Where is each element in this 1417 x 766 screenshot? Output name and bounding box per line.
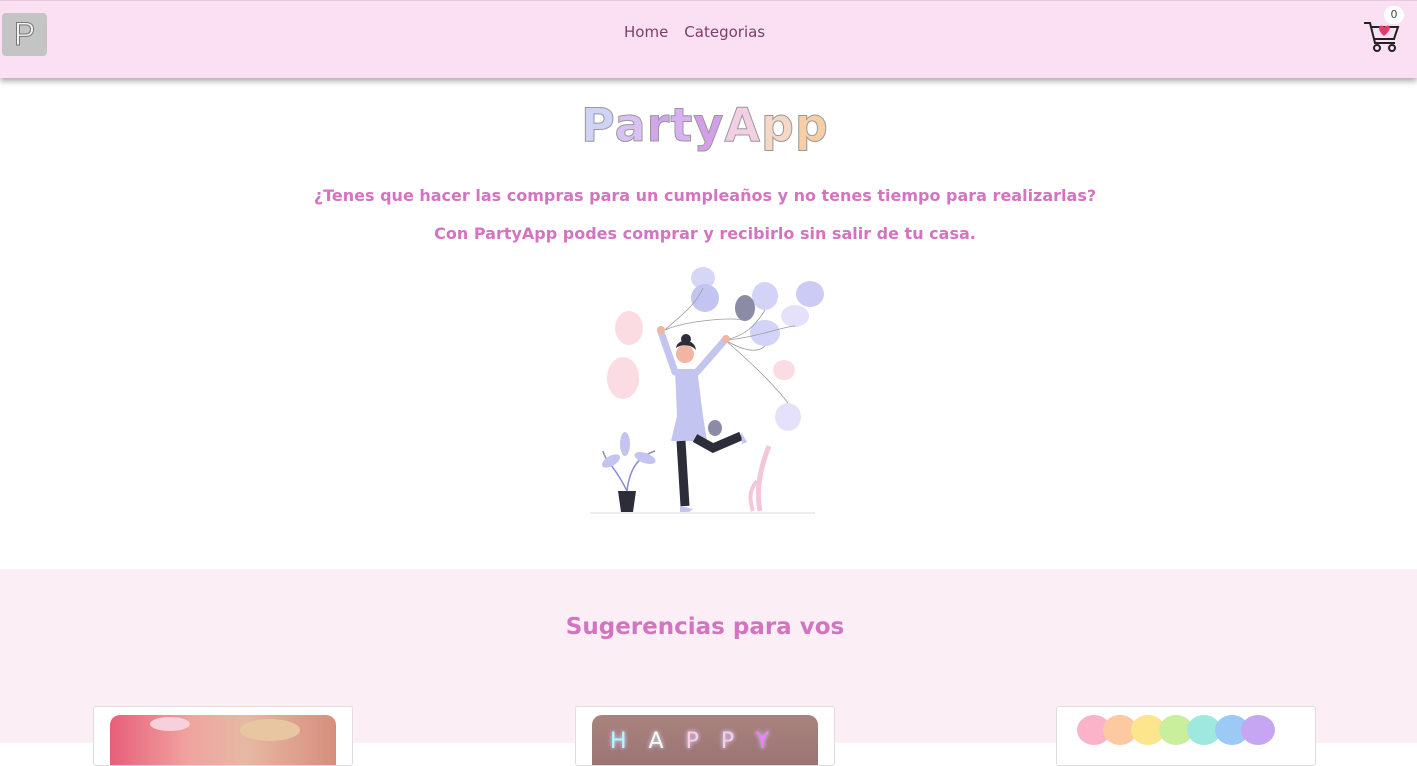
logo-letter: t bbox=[670, 98, 694, 153]
pastel-heart-balloons-image bbox=[1073, 715, 1299, 765]
tagline-description: Con PartyApp podes comprar y recibirlo s… bbox=[434, 224, 976, 243]
brand-logo[interactable]: P bbox=[2, 13, 47, 56]
nav-categorias-link[interactable]: Categorias bbox=[680, 21, 769, 43]
cart-button[interactable] bbox=[1362, 17, 1402, 55]
woman-with-balloons-illustration bbox=[590, 267, 824, 514]
product-card[interactable] bbox=[1056, 706, 1316, 766]
logo-letter: A bbox=[724, 98, 761, 153]
cart-icon bbox=[1364, 22, 1400, 52]
pink-cookies-image bbox=[110, 715, 336, 765]
nav-home-link[interactable]: Home bbox=[620, 21, 672, 43]
logo-letter: P bbox=[581, 98, 615, 153]
logo-letter: a bbox=[614, 98, 647, 153]
product-card[interactable]: HAPPY bbox=[575, 706, 835, 766]
logo-letter: y bbox=[693, 98, 725, 153]
hero-section: PartyApp ¿Tenes que hacer las compras pa… bbox=[0, 78, 1417, 569]
nav-links: Home Categorias bbox=[620, 21, 769, 43]
logo-letter: p bbox=[760, 98, 795, 153]
product-card[interactable] bbox=[93, 706, 353, 766]
navbar: P Home Categorias 0 bbox=[0, 0, 1417, 78]
suggestions-title: Sugerencias para vos bbox=[565, 614, 845, 640]
suggestions-section: Sugerencias para vos HAPPY bbox=[0, 569, 1417, 766]
neon-happy-sign-image: HAPPY bbox=[592, 715, 818, 765]
logo-letter: p bbox=[794, 98, 829, 153]
tagline-question: ¿Tenes que hacer las compras para un cum… bbox=[313, 186, 1097, 205]
logo-letter: r bbox=[646, 98, 671, 153]
partyapp-logo: PartyApp bbox=[0, 98, 1410, 153]
